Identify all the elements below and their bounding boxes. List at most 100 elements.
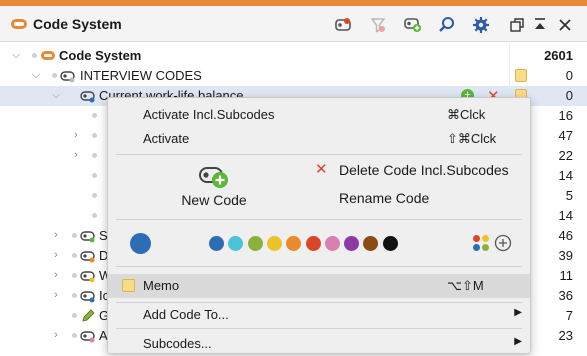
chevron-right-icon[interactable]: › xyxy=(50,248,62,262)
menu-item-label: Activate xyxy=(143,131,190,146)
tree-dot xyxy=(72,273,77,278)
memo-icon xyxy=(122,279,135,292)
tree-row-count: 5 xyxy=(565,188,573,203)
color-grid-icon[interactable] xyxy=(472,234,490,252)
chevron-right-icon[interactable]: › xyxy=(50,328,62,342)
submenu-arrow-icon: ▶ xyxy=(514,307,522,318)
menu-item-memo[interactable]: Memo ⌥⇧M xyxy=(108,274,530,298)
color-swatch[interactable] xyxy=(305,236,321,251)
menu-item-delete-code[interactable]: ✕ Delete Code Incl.Subcodes xyxy=(308,158,528,182)
code-icon xyxy=(80,249,96,263)
menu-item-rename-code[interactable]: Rename Code xyxy=(308,188,528,212)
chevron-down-icon[interactable]: ⌵ xyxy=(50,88,62,102)
tree-row-count: 0 xyxy=(565,68,573,83)
tree-row-label: INTERVIEW CODES xyxy=(80,68,202,83)
code-icon xyxy=(80,229,96,243)
menu-separator xyxy=(116,219,522,220)
current-color-swatch[interactable] xyxy=(130,233,151,254)
tree-row-interview-codes[interactable]: ⌵ INTERVIEW CODES 0 xyxy=(0,66,587,86)
tree-row-count: 7 xyxy=(565,308,573,323)
menu-item-label: Delete Code Incl.Subcodes xyxy=(339,162,509,178)
tree-dot xyxy=(92,173,97,178)
tree-row-count: 2601 xyxy=(544,48,573,63)
menu-item-activate[interactable]: Activate ⇧⌘Clck xyxy=(108,127,530,151)
delete-icon: ✕ xyxy=(315,161,328,178)
new-code-label: New Code xyxy=(181,192,247,208)
menu-item-label: Activate Incl.Subcodes xyxy=(143,107,275,122)
color-swatch[interactable] xyxy=(266,236,282,251)
tree-row-count: 47 xyxy=(558,128,573,143)
panel-title: Code System xyxy=(33,16,122,32)
menu-item-label: Add Code To... xyxy=(143,307,229,322)
tree-row-count: 14 xyxy=(558,168,573,183)
memo-icon[interactable] xyxy=(515,69,527,82)
chevron-right-icon[interactable]: › xyxy=(50,268,62,282)
menu-item-label: Rename Code xyxy=(339,190,430,206)
code-icon xyxy=(80,89,96,103)
new-code-set-icon[interactable] xyxy=(333,15,353,35)
submenu-arrow-icon: ▶ xyxy=(514,336,522,347)
tree-row-code-system[interactable]: ⌵ Code System 2601 xyxy=(0,46,587,66)
color-swatch[interactable] xyxy=(286,236,302,251)
tree-row-count: 0 xyxy=(565,88,573,103)
tree-row-count: 23 xyxy=(558,328,573,343)
tree-row-label: Code System xyxy=(59,48,142,63)
chevron-right-icon[interactable]: › xyxy=(70,128,82,142)
color-swatch[interactable] xyxy=(228,236,244,251)
chevron-down-icon[interactable]: ⌵ xyxy=(10,48,22,62)
chevron-down-icon[interactable]: ⌵ xyxy=(30,68,42,82)
context-menu: Activate Incl.Subcodes ⌘Clck Activate ⇧⌘… xyxy=(107,97,531,354)
chevron-right-icon[interactable]: › xyxy=(50,288,62,302)
color-swatch[interactable] xyxy=(209,236,224,251)
search-icon[interactable] xyxy=(437,15,457,35)
tree-dot xyxy=(52,73,57,78)
chevron-right-icon[interactable]: › xyxy=(50,228,62,242)
tree-dot xyxy=(72,233,77,238)
tree-dot xyxy=(92,113,97,118)
new-code-button[interactable]: New Code xyxy=(170,164,258,210)
color-swatch[interactable] xyxy=(247,236,263,251)
menu-item-activate-incl-subcodes[interactable]: Activate Incl.Subcodes ⌘Clck xyxy=(108,103,530,127)
color-swatch[interactable] xyxy=(382,236,398,251)
tree-dot xyxy=(72,293,77,298)
color-swatch[interactable] xyxy=(344,236,360,251)
tree-dot xyxy=(92,193,97,198)
code-icon xyxy=(80,289,96,303)
tree-dot xyxy=(32,53,37,58)
new-code-icon xyxy=(197,164,231,190)
menu-item-label: Memo xyxy=(143,278,180,293)
tree-row-count: 36 xyxy=(558,288,573,303)
tree-dot xyxy=(92,213,97,218)
menu-item-shortcut: ⌥⇧M xyxy=(447,278,484,293)
title-bar: Code System xyxy=(0,6,587,42)
color-swatch[interactable] xyxy=(363,236,379,251)
code-icon xyxy=(60,69,76,83)
menu-item-subcodes[interactable]: Subcodes... ▶ xyxy=(108,332,530,356)
tree-row-count: 11 xyxy=(559,268,574,283)
settings-icon[interactable] xyxy=(471,15,491,35)
undock-icon[interactable] xyxy=(507,15,527,35)
tree-dot xyxy=(92,153,97,158)
collapse-icon[interactable] xyxy=(530,15,550,35)
chevron-right-icon[interactable]: › xyxy=(70,148,82,162)
add-color-icon[interactable] xyxy=(494,234,512,252)
menu-separator xyxy=(116,328,522,329)
menu-item-shortcut: ⇧⌘Clck xyxy=(447,131,497,146)
menu-separator xyxy=(116,154,522,155)
menu-item-add-code-to[interactable]: Add Code To... ▶ xyxy=(108,303,530,327)
color-swatch[interactable] xyxy=(324,236,340,251)
tree-row-count: 14 xyxy=(558,208,573,223)
code-system-icon xyxy=(10,17,28,31)
tree-dot xyxy=(72,313,77,318)
filter-icon[interactable] xyxy=(368,15,388,35)
tree-row-count: 39 xyxy=(558,248,573,263)
code-icon xyxy=(80,269,96,283)
tree-row-count: 46 xyxy=(558,228,573,243)
tree-dot xyxy=(72,333,77,338)
menu-item-label: Subcodes... xyxy=(143,336,212,351)
menu-item-shortcut: ⌘Clck xyxy=(447,107,486,122)
tree-row-count: 16 xyxy=(558,108,573,123)
tree-dot xyxy=(92,133,97,138)
close-icon[interactable] xyxy=(555,15,575,35)
add-code-icon[interactable] xyxy=(403,15,423,35)
